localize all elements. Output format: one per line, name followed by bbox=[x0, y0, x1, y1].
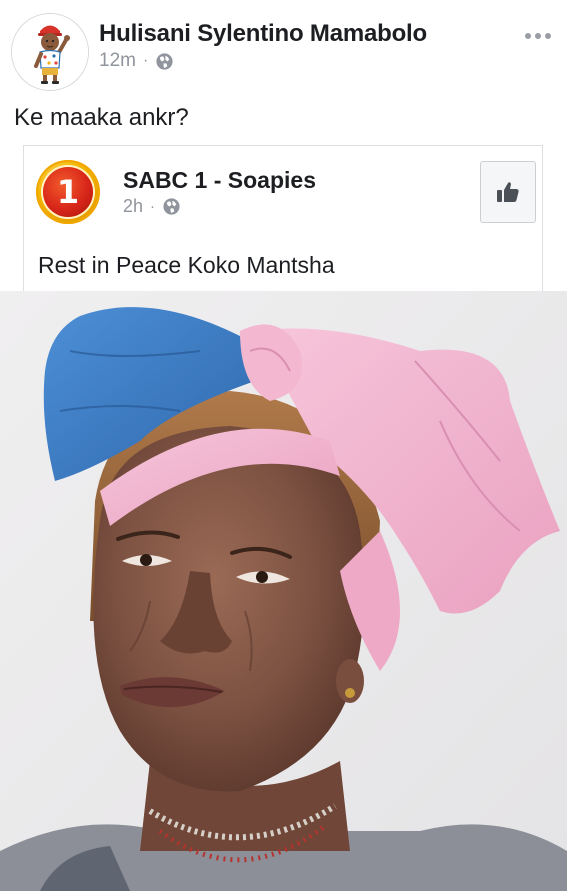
portrait-photo bbox=[0, 291, 567, 891]
thumbs-up-icon bbox=[497, 182, 519, 202]
cartoon-avatar-icon bbox=[12, 14, 88, 90]
post-meta: 12m · bbox=[99, 50, 174, 72]
post-photo[interactable] bbox=[0, 291, 567, 891]
page-logo[interactable]: 1 bbox=[36, 160, 100, 224]
globe-icon[interactable] bbox=[162, 197, 181, 216]
globe-icon[interactable] bbox=[155, 52, 174, 71]
more-options-button[interactable] bbox=[523, 27, 553, 45]
author-name[interactable]: Hulisani Sylentino Mamabolo bbox=[99, 20, 427, 48]
post-timestamp[interactable]: 12m bbox=[99, 50, 136, 72]
shared-post-meta: 2h · bbox=[123, 196, 181, 217]
post-message: Ke maaka ankr? bbox=[14, 104, 189, 131]
shared-post-message: Rest in Peace Koko Mantsha bbox=[38, 252, 335, 278]
author-avatar[interactable] bbox=[11, 13, 89, 91]
page-name[interactable]: SABC 1 - Soapies bbox=[123, 167, 316, 194]
ellipsis-icon bbox=[525, 33, 531, 39]
like-page-button[interactable] bbox=[480, 161, 536, 223]
channel-logo-icon: 1 bbox=[43, 167, 93, 217]
shared-post-timestamp[interactable]: 2h bbox=[123, 196, 143, 217]
shared-post-card[interactable]: 1 SABC 1 - Soapies 2h · Rest in Peace Ko… bbox=[23, 145, 543, 291]
separator-dot: · bbox=[142, 52, 149, 69]
separator-dot: · bbox=[150, 198, 156, 215]
feed-post: Hulisani Sylentino Mamabolo 12m · Ke maa… bbox=[0, 0, 567, 891]
